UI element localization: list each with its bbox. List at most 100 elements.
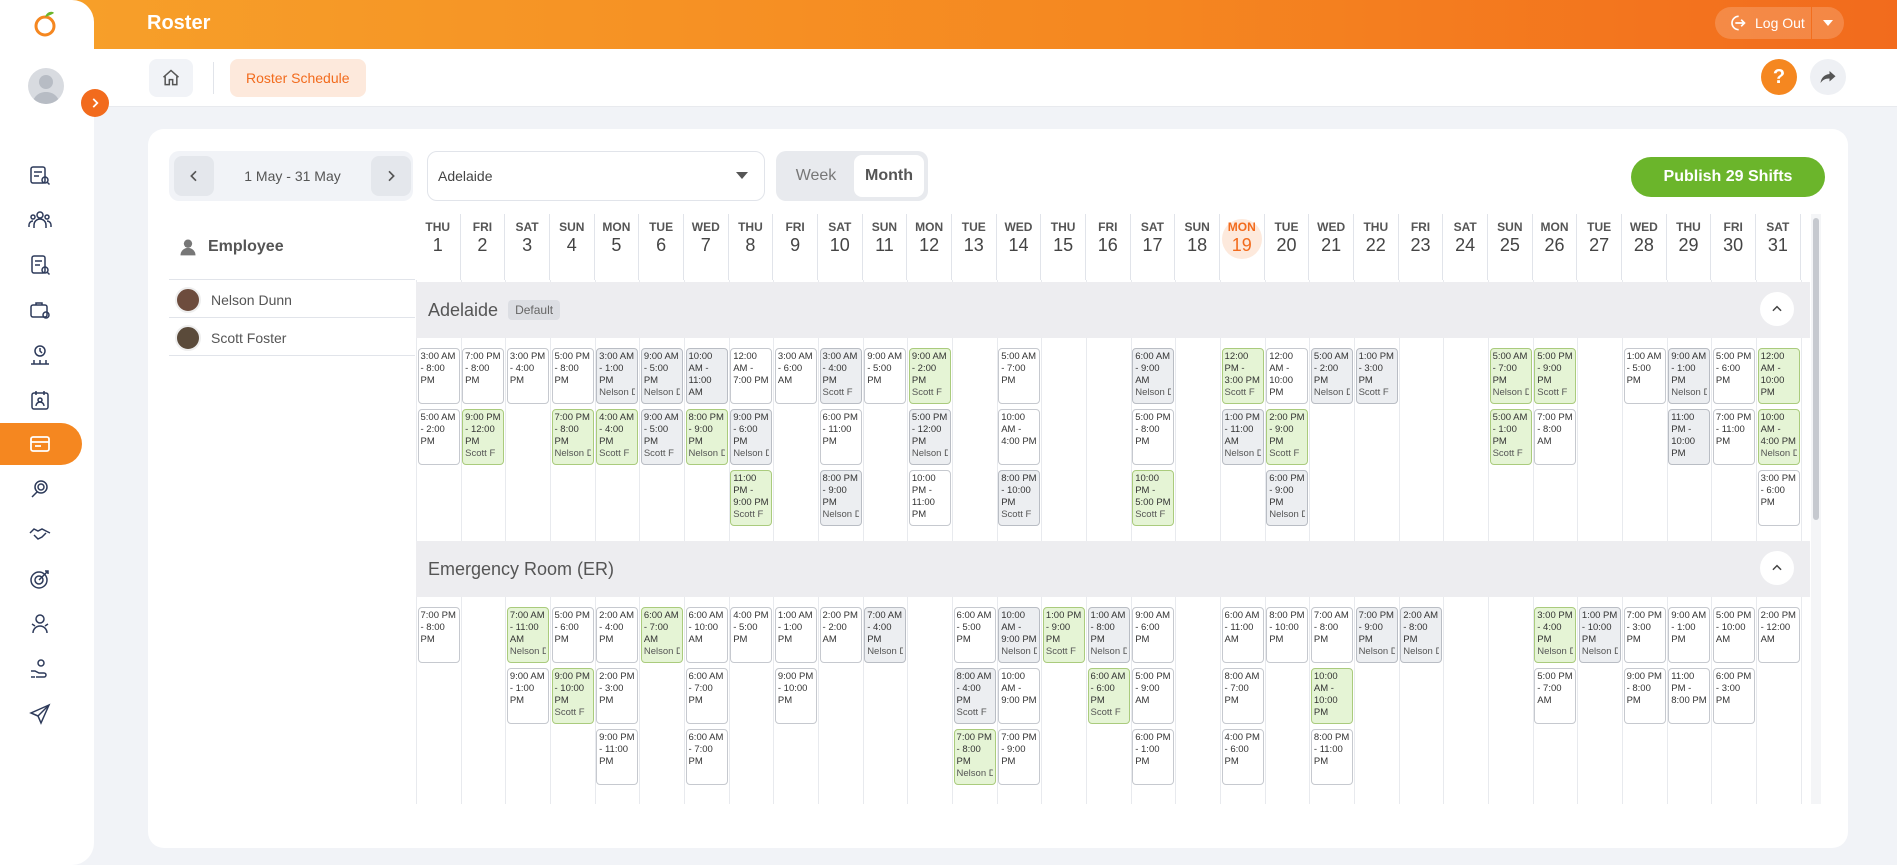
help-button[interactable]: ?: [1761, 59, 1797, 95]
shift-card[interactable]: 4:00 PM - 5:00 PM: [730, 607, 773, 663]
breadcrumb[interactable]: Roster Schedule: [230, 59, 366, 97]
shift-card[interactable]: 5:00 AM - 2:00 PM Nelson D: [1310, 348, 1353, 404]
shift-card[interactable]: 7:00 AM - 8:00 PM: [1310, 607, 1353, 663]
week-view-button[interactable]: Week: [780, 155, 852, 197]
employee-row[interactable]: Scott Foster: [169, 320, 415, 356]
shift-card[interactable]: 9:00 AM - 5:00 PM Nelson D: [640, 348, 683, 404]
shift-card[interactable]: 3:00 PM - 4:00 PM: [506, 348, 549, 404]
share-button[interactable]: [1810, 59, 1846, 95]
shift-card[interactable]: 7:00 PM - 3:00 PM: [1623, 607, 1666, 663]
shift-card[interactable]: 4:00 PM - 6:00 PM: [1221, 729, 1264, 785]
shift-card[interactable]: 5:00 PM - 6:00 PM: [551, 607, 594, 663]
shift-card[interactable]: 6:00 PM - 3:00 PM: [1712, 668, 1755, 724]
shift-card[interactable]: 7:00 AM - 11:00 AM Nelson D: [506, 607, 549, 663]
shift-card[interactable]: 5:00 PM - 8:00 PM: [1132, 409, 1175, 465]
shift-card[interactable]: 10:00 AM - 9:00 PM: [998, 668, 1041, 724]
shift-card[interactable]: 11:00 PM - 10:00 PM: [1668, 409, 1711, 465]
shift-card[interactable]: 9:00 PM - 11:00 PM: [596, 729, 639, 785]
shift-card[interactable]: 12:00 AM - 10:00 PM: [1266, 348, 1309, 404]
shift-card[interactable]: 6:00 AM - 7:00 PM: [685, 729, 728, 785]
shift-card[interactable]: 8:00 PM - 11:00 PM: [1310, 729, 1353, 785]
shift-card[interactable]: 1:00 PM - 11:00 AM Nelson D: [1221, 409, 1264, 465]
shift-card[interactable]: 7:00 PM - 9:00 PM Nelson D: [1355, 607, 1398, 663]
month-view-button[interactable]: Month: [854, 155, 924, 197]
shift-card[interactable]: 7:00 PM - 8:00 PM: [462, 348, 505, 404]
shift-card[interactable]: 5:00 PM - 9:00 PM Scott F: [1534, 348, 1577, 404]
shift-card[interactable]: 1:00 AM - 1:00 PM: [774, 607, 817, 663]
shift-card[interactable]: 8:00 PM - 9:00 PM Nelson D: [685, 409, 728, 465]
shift-card[interactable]: 4:00 AM - 4:00 PM Scott F: [596, 409, 639, 465]
shift-card[interactable]: 6:00 AM - 5:00 PM: [953, 607, 996, 663]
shift-card[interactable]: 5:00 PM - 6:00 PM: [1712, 348, 1755, 404]
shift-card[interactable]: 12:00 AM - 10:00 PM: [1757, 348, 1800, 404]
shift-card[interactable]: 9:00 AM - 1:00 PM Nelson D: [1668, 348, 1711, 404]
nav-item-travel[interactable]: [20, 694, 60, 734]
nav-item-roster[interactable]: [20, 424, 60, 464]
shift-card[interactable]: 5:00 PM - 10:00 AM: [1712, 607, 1755, 663]
shift-card[interactable]: 1:00 AM - 8:00 PM Nelson D: [1087, 607, 1130, 663]
shift-card[interactable]: 7:00 PM - 8:00 AM: [1534, 409, 1577, 465]
shift-card[interactable]: 9:00 AM - 5:00 PM Scott F: [640, 409, 683, 465]
vertical-scrollbar[interactable]: [1813, 218, 1819, 520]
shift-card[interactable]: 6:00 AM - 11:00 AM: [1221, 607, 1264, 663]
shift-card[interactable]: 7:00 PM - 11:00 PM: [1712, 409, 1755, 465]
shift-card[interactable]: 10:00 PM - 5:00 PM Scott F: [1132, 470, 1175, 526]
nav-item-timesheets[interactable]: [20, 155, 60, 195]
shift-card[interactable]: 1:00 AM - 5:00 PM: [1623, 348, 1666, 404]
shift-card[interactable]: 9:00 AM - 2:00 PM Scott F: [908, 348, 951, 404]
shift-card[interactable]: 1:00 PM - 9:00 PM Scott F: [1042, 607, 1085, 663]
publish-shifts-button[interactable]: Publish 29 Shifts: [1631, 157, 1825, 197]
nav-item-settings[interactable]: [20, 290, 60, 330]
shift-card[interactable]: 2:00 PM - 2:00 AM: [819, 607, 862, 663]
shift-card[interactable]: 11:00 PM - 9:00 PM Scott F: [730, 470, 773, 526]
collapse-group-button[interactable]: [1760, 292, 1794, 326]
nav-item-clients[interactable]: [20, 514, 60, 554]
shift-card[interactable]: 10:00 AM - 11:00 AM: [685, 348, 728, 404]
shift-card[interactable]: 9:00 AM - 1:00 PM: [506, 668, 549, 724]
nav-item-teams[interactable]: [20, 200, 60, 240]
shift-card[interactable]: 8:00 PM - 10:00 PM Scott F: [998, 470, 1041, 526]
shift-card[interactable]: 5:00 AM - 1:00 PM Scott F: [1489, 409, 1532, 465]
avatar[interactable]: [28, 68, 64, 104]
nav-item-awards[interactable]: [20, 604, 60, 644]
shift-card[interactable]: 9:00 PM - 10:00 PM: [774, 668, 817, 724]
shift-card[interactable]: 8:00 AM - 7:00 PM: [1221, 668, 1264, 724]
collapse-group-button[interactable]: [1760, 551, 1794, 585]
shift-card[interactable]: 2:00 PM - 12:00 AM: [1757, 607, 1800, 663]
shift-card[interactable]: 10:00 PM - 11:00 PM: [908, 470, 951, 526]
shift-card[interactable]: 7:00 AM - 4:00 PM Nelson D: [864, 607, 907, 663]
shift-card[interactable]: 2:00 AM - 8:00 PM Nelson D: [1400, 607, 1443, 663]
shift-card[interactable]: 6:00 AM - 10:00 AM: [685, 607, 728, 663]
shift-card[interactable]: 7:00 PM - 8:00 PM Nelson D: [953, 729, 996, 785]
shift-card[interactable]: 9:00 PM - 12:00 PM Scott F: [462, 409, 505, 465]
shift-card[interactable]: 6:00 PM - 11:00 PM: [819, 409, 862, 465]
shift-card[interactable]: 3:00 AM - 6:00 AM: [774, 348, 817, 404]
shift-card[interactable]: 2:00 AM - 4:00 PM: [596, 607, 639, 663]
nav-item-attendance[interactable]: [20, 335, 60, 375]
shift-card[interactable]: 6:00 AM - 6:00 PM Scott F: [1087, 668, 1130, 724]
shift-card[interactable]: 11:00 PM - 8:00 PM: [1668, 668, 1711, 724]
shift-card[interactable]: 3:00 AM - 1:00 PM Nelson D: [596, 348, 639, 404]
employee-row[interactable]: Nelson Dunn: [169, 282, 415, 318]
location-select[interactable]: Adelaide: [427, 151, 765, 201]
shift-card[interactable]: 12:00 PM - 3:00 PM Scott F: [1221, 348, 1264, 404]
nav-item-calendar[interactable]: [20, 380, 60, 420]
account-menu-button[interactable]: [1812, 7, 1844, 39]
nav-item-search[interactable]: [20, 469, 60, 509]
shift-card[interactable]: 6:00 AM - 7:00 PM: [685, 668, 728, 724]
shift-card[interactable]: 5:00 AM - 7:00 PM: [998, 348, 1041, 404]
shift-card[interactable]: 3:00 AM - 4:00 PM Scott F: [819, 348, 862, 404]
logout-button[interactable]: Log Out: [1715, 7, 1811, 39]
shift-card[interactable]: 3:00 PM - 4:00 PM Nelson D: [1534, 607, 1577, 663]
shift-card[interactable]: 12:00 AM - 7:00 PM: [730, 348, 773, 404]
shift-card[interactable]: 1:00 PM - 10:00 PM Nelson D: [1578, 607, 1621, 663]
shift-card[interactable]: 10:00 AM - 9:00 PM Nelson D: [998, 607, 1041, 663]
nav-item-reports[interactable]: [20, 245, 60, 285]
shift-card[interactable]: 6:00 AM - 9:00 AM Nelson D: [1132, 348, 1175, 404]
shift-card[interactable]: 10:00 AM - 4:00 PM: [998, 409, 1041, 465]
shift-card[interactable]: 2:00 PM - 9:00 PM Scott F: [1266, 409, 1309, 465]
shift-card[interactable]: 5:00 PM - 9:00 AM: [1132, 668, 1175, 724]
next-period-button[interactable]: [371, 156, 411, 196]
shift-card[interactable]: 8:00 AM - 4:00 PM Scott F: [953, 668, 996, 724]
nav-item-benefits[interactable]: [20, 649, 60, 689]
